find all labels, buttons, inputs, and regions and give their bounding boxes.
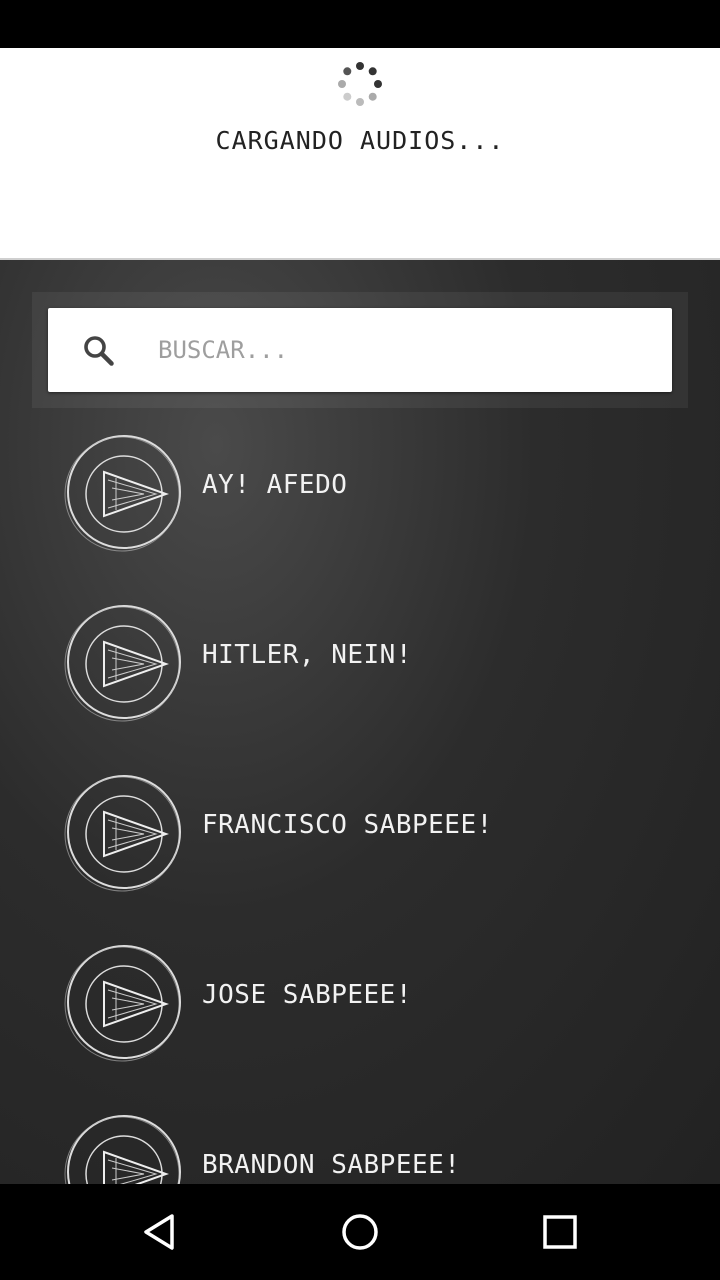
home-icon[interactable] [336,1208,384,1256]
sound-list: AY! AFEDO HITLER, NEIN! FRANCISCO SABPEE… [0,428,720,1184]
sound-label[interactable]: FRANCISCO SABPEEE! [202,810,493,840]
list-item[interactable]: AY! AFEDO [0,428,720,598]
play-icon[interactable] [64,602,184,722]
loading-message: CARGANDO AUDIOS... [215,126,505,155]
list-item[interactable]: HITLER, NEIN! [0,598,720,768]
navigation-bar [0,1184,720,1280]
sound-label[interactable]: HITLER, NEIN! [202,640,412,670]
loading-spinner-icon [338,62,382,106]
sound-board: AY! AFEDO HITLER, NEIN! FRANCI [0,260,720,1184]
list-item[interactable]: BRANDON SABPEEE! [0,1108,720,1184]
sound-label[interactable]: BRANDON SABPEEE! [202,1150,460,1180]
search-box[interactable] [48,308,672,392]
loading-dialog: CARGANDO AUDIOS... [0,48,720,260]
play-icon[interactable] [64,432,184,552]
search-icon[interactable] [80,332,116,368]
back-icon[interactable] [136,1208,184,1256]
search-input[interactable] [156,326,640,374]
play-icon[interactable] [64,942,184,1062]
list-item[interactable]: JOSE SABPEEE! [0,938,720,1108]
list-item[interactable]: FRANCISCO SABPEEE! [0,768,720,938]
sound-label[interactable]: AY! AFEDO [202,470,347,500]
play-icon[interactable] [64,772,184,892]
recents-icon[interactable] [536,1208,584,1256]
sound-label[interactable]: JOSE SABPEEE! [202,980,412,1010]
status-bar [0,0,720,48]
play-icon[interactable] [64,1112,184,1184]
